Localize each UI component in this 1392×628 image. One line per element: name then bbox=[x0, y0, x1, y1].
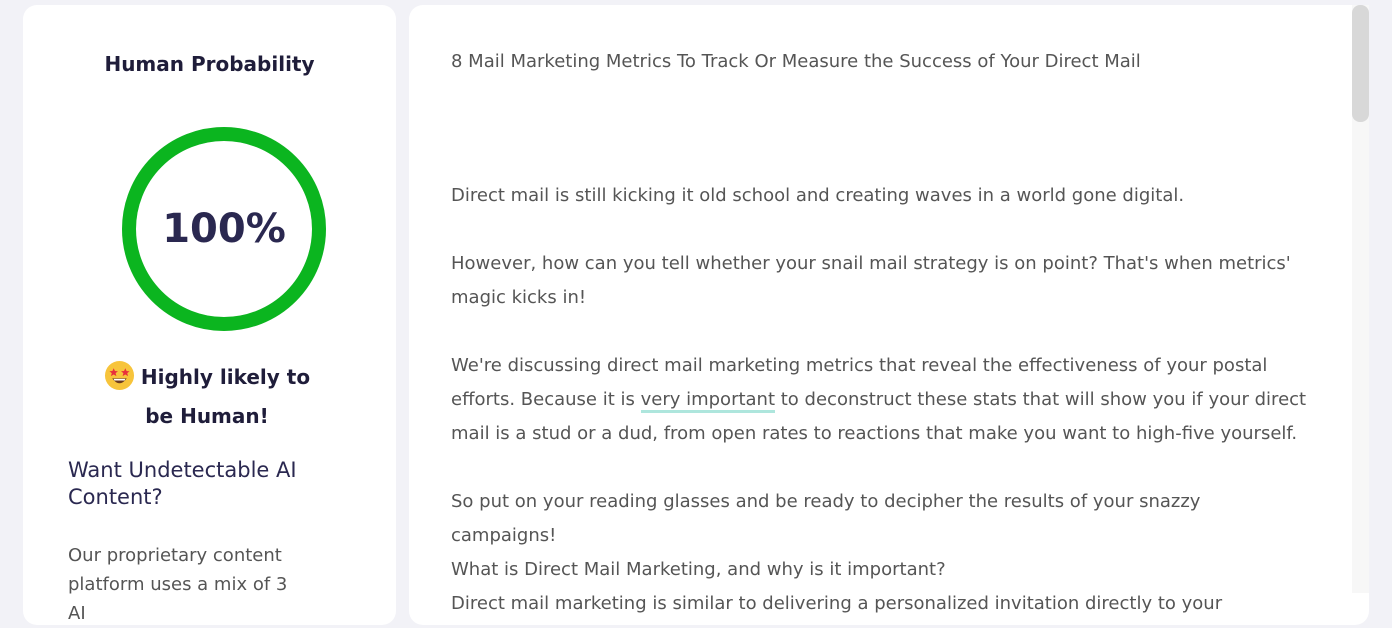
detector-result-card: Human Probability 100% Highly likely to … bbox=[23, 5, 396, 625]
verdict: Highly likely to be Human! bbox=[87, 358, 327, 436]
probability-score: 100% bbox=[162, 206, 286, 252]
scrollbar-thumb[interactable] bbox=[1352, 5, 1369, 122]
human-probability-title: Human Probability bbox=[104, 52, 315, 76]
paragraph-1: Direct mail is still kicking it old scho… bbox=[451, 185, 1185, 206]
paragraph-2: However, how can you tell whether your s… bbox=[451, 253, 1291, 308]
paragraph-5: What is Direct Mail Marketing, and why i… bbox=[451, 559, 946, 580]
star-struck-emoji-icon bbox=[104, 360, 135, 391]
document-text-card: 8 Mail Marketing Metrics To Track Or Mea… bbox=[409, 5, 1369, 625]
promo-text: Our proprietary content platform uses a … bbox=[68, 545, 288, 624]
document-text[interactable]: 8 Mail Marketing Metrics To Track Or Mea… bbox=[451, 45, 1311, 625]
promo-title: Want Undetectable AI Content? bbox=[68, 458, 297, 509]
paragraph-3: We're discussing direct mail marketing m… bbox=[451, 349, 1311, 451]
verdict-text: Highly likely to be Human! bbox=[140, 365, 311, 428]
probability-gauge: 100% bbox=[121, 126, 327, 332]
highlighted-phrase[interactable]: very important bbox=[640, 389, 776, 413]
document-title: 8 Mail Marketing Metrics To Track Or Mea… bbox=[451, 51, 1141, 72]
paragraph-4: So put on your reading glasses and be re… bbox=[451, 491, 1201, 546]
